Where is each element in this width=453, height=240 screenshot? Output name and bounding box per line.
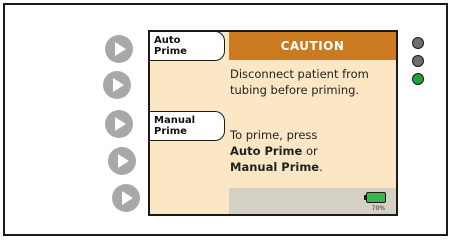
instruction-prefix: To prime, press bbox=[230, 128, 318, 142]
softkey-2-play-icon[interactable] bbox=[103, 71, 131, 99]
warning-line2: tubing before priming. bbox=[230, 83, 360, 97]
indicator-light-1 bbox=[412, 37, 424, 49]
caution-banner: CAUTION bbox=[229, 32, 396, 60]
auto-prime-tab[interactable]: Auto Prime bbox=[150, 32, 225, 61]
instruction-or: or bbox=[302, 144, 318, 158]
display-screen: CAUTION Auto Prime Manual Prime Disconne… bbox=[148, 30, 398, 216]
softkey-3-play-icon[interactable] bbox=[105, 110, 133, 138]
instruction-manual: Manual Prime bbox=[230, 160, 320, 174]
auto-prime-label-line2: Prime bbox=[154, 46, 187, 57]
caution-title: CAUTION bbox=[280, 39, 345, 53]
indicator-light-2 bbox=[412, 55, 424, 67]
manual-prime-label-line2: Prime bbox=[154, 126, 187, 137]
warning-message: Disconnect patient from tubing before pr… bbox=[230, 66, 390, 98]
softkey-5-play-icon[interactable] bbox=[112, 184, 140, 212]
indicator-light-3 bbox=[412, 73, 424, 85]
manual-prime-label-line1: Manual bbox=[154, 115, 196, 126]
instruction-message: To prime, press Auto Prime or Manual Pri… bbox=[230, 127, 390, 175]
instruction-end: . bbox=[319, 160, 323, 174]
auto-prime-label-line1: Auto bbox=[154, 35, 181, 46]
status-footer: 70% bbox=[229, 188, 396, 214]
warning-line1: Disconnect patient from bbox=[230, 67, 369, 81]
battery-level: 70% bbox=[371, 205, 385, 212]
manual-prime-tab[interactable]: Manual Prime bbox=[150, 111, 225, 141]
softkey-4-play-icon[interactable] bbox=[108, 147, 136, 175]
battery-icon bbox=[364, 192, 386, 203]
instruction-auto: Auto Prime bbox=[230, 144, 303, 158]
softkey-1-play-icon[interactable] bbox=[105, 35, 133, 63]
